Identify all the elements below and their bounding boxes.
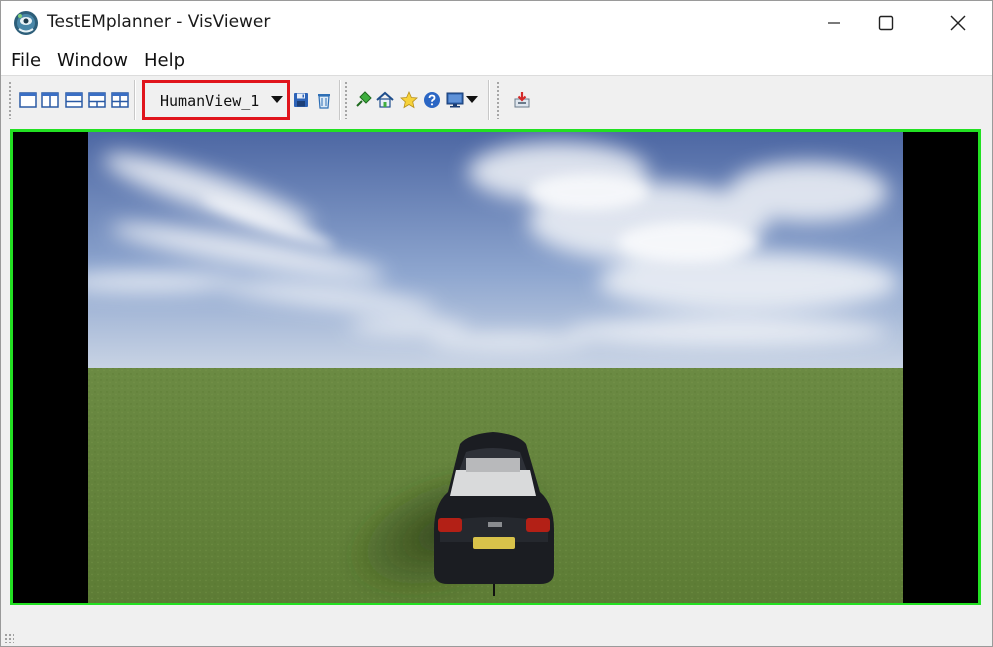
display-icon [446,92,464,108]
home-view-icon [376,91,394,108]
minimize-button[interactable] [811,1,857,45]
title-bar[interactable]: TestEMplanner - VisViewer [1,1,992,45]
save-icon [294,93,308,107]
menu-bar: File Window Help [1,45,992,75]
toolbar-grip[interactable] [496,81,500,119]
layout-two-rows-icon [65,92,83,108]
close-icon [950,15,966,31]
toolbar: HumanView_1 [1,75,992,123]
layout-two-columns-button[interactable] [40,90,60,110]
layout-single-icon [19,92,37,108]
help-icon [424,92,440,108]
view-select[interactable]: HumanView_1 [142,80,290,120]
layout-two-rows-button[interactable] [64,90,84,110]
delete-view-icon [318,93,330,109]
close-button[interactable] [935,1,981,45]
app-window: TestEMplanner - VisViewer File Window He… [0,0,993,647]
chevron-down-icon [466,96,478,103]
export-button[interactable] [512,90,532,110]
resize-grip[interactable] [4,633,14,643]
chevron-down-icon [271,96,283,103]
toolbar-grip[interactable] [8,81,12,119]
render-viewport[interactable] [10,129,981,606]
toolbar-grip[interactable] [344,81,348,119]
display-dropdown-button[interactable] [465,90,479,110]
pin-button[interactable] [353,90,373,110]
scene-view[interactable] [88,132,903,603]
save-view-button[interactable] [291,90,311,110]
view-select-value: HumanView_1 [160,92,260,110]
favorite-button[interactable] [399,90,419,110]
layout-three-pane-icon [88,92,106,108]
layout-four-pane-button[interactable] [110,90,130,110]
star-icon [400,91,418,109]
help-button[interactable] [422,90,442,110]
status-bar [1,605,992,646]
pin-icon [356,91,372,107]
toolbar-separator [339,80,341,120]
layout-two-columns-icon [41,92,59,108]
minimize-icon [828,22,840,24]
display-button[interactable] [445,90,465,110]
home-view-button[interactable] [375,90,395,110]
menu-window[interactable]: Window [57,50,128,71]
toolbar-separator [134,80,136,120]
layout-four-pane-icon [111,92,129,108]
layout-three-pane-button[interactable] [87,90,107,110]
window-title: TestEMplanner - VisViewer [47,12,271,32]
layout-single-button[interactable] [18,90,38,110]
menu-help[interactable]: Help [144,50,185,71]
scene-image [88,132,903,603]
export-icon [514,92,530,108]
maximize-icon [878,15,894,31]
toolbar-separator [488,80,490,120]
visviewer-app-icon [13,10,39,36]
delete-view-button[interactable] [314,90,334,110]
maximize-button[interactable] [863,1,909,45]
menu-file[interactable]: File [11,50,41,71]
